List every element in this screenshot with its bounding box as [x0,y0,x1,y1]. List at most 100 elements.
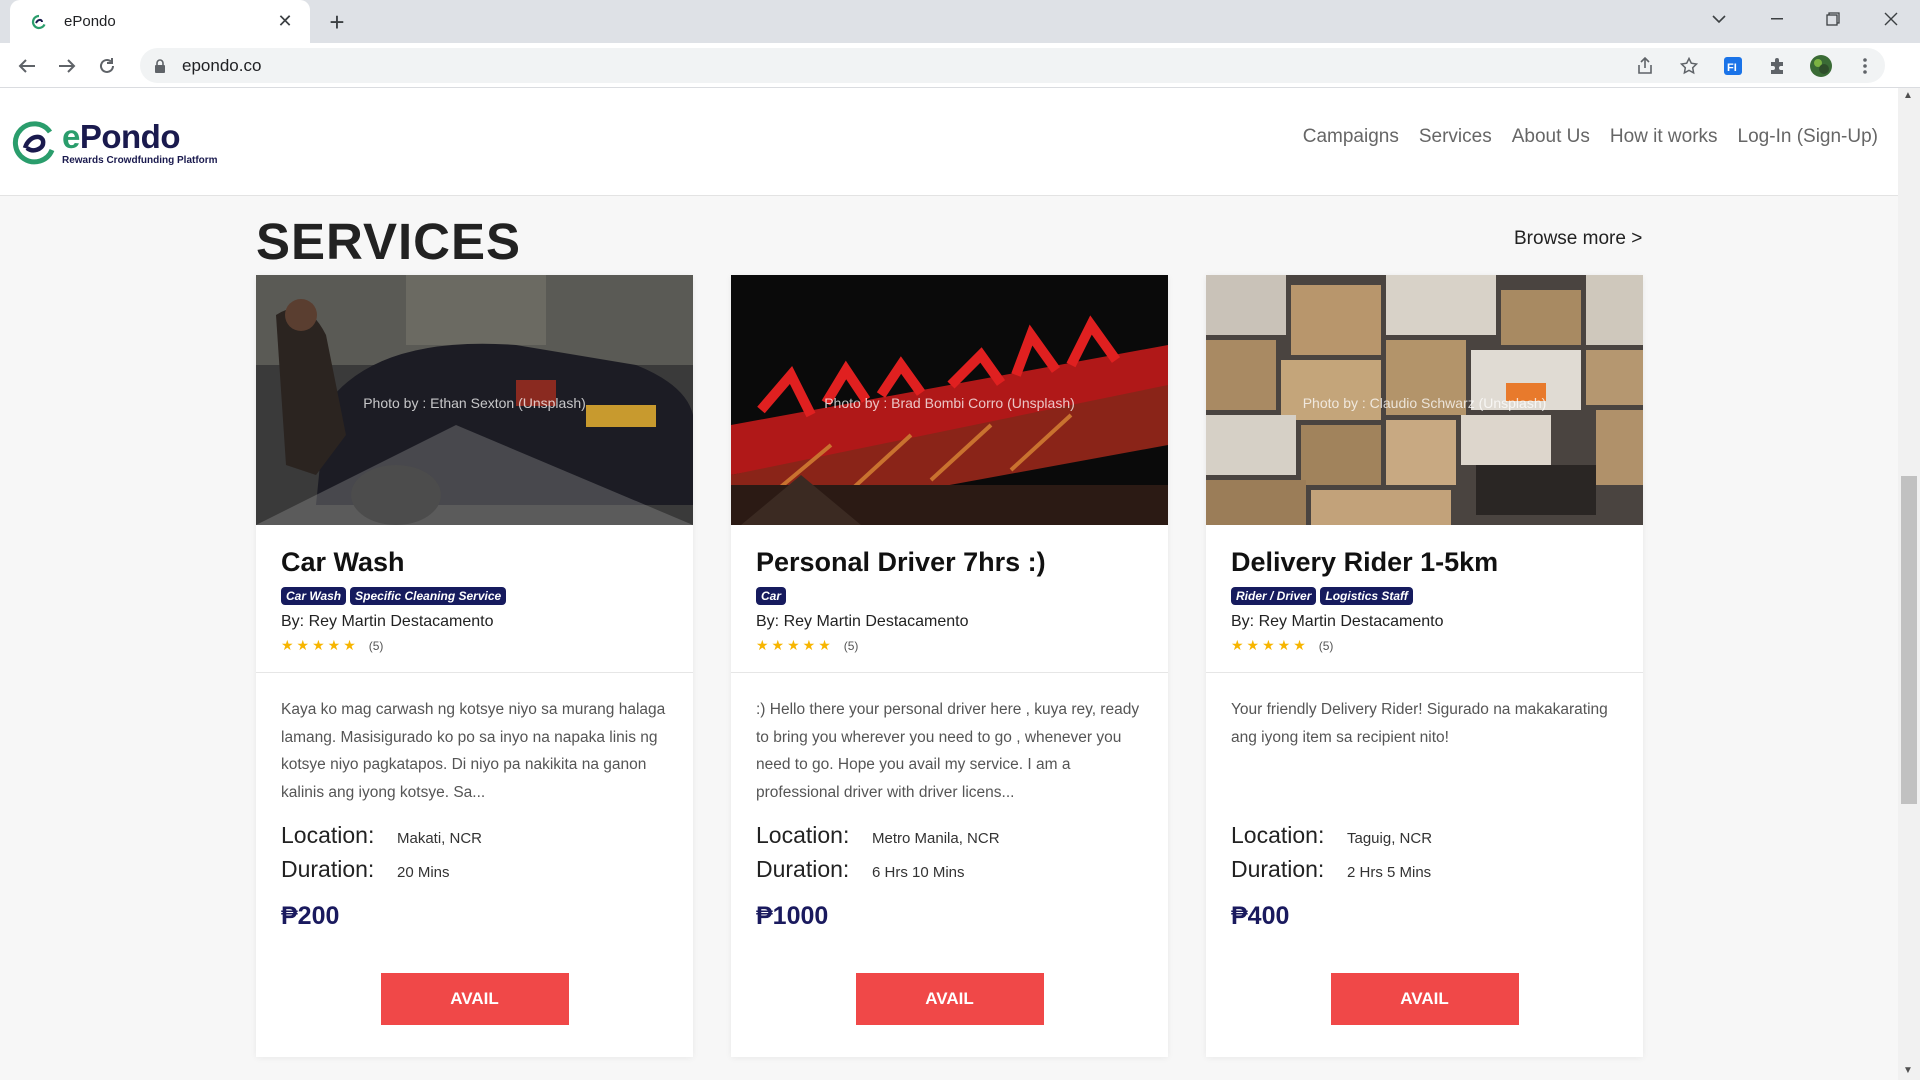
service-author: By: Rey Martin Destacamento [1231,613,1444,630]
share-icon[interactable] [1633,54,1657,78]
back-icon[interactable] [12,51,42,81]
restore-icon[interactable] [1806,0,1860,38]
nav-how-it-works[interactable]: How it works [1610,126,1718,148]
logo-tagline: Rewards Crowdfunding Platform [62,155,218,166]
tag-badge[interactable]: Car Wash [281,587,347,605]
rating-count: (5) [1318,638,1334,653]
tag-badge[interactable]: Car [756,587,787,605]
epondo-logo-mark-icon [12,121,55,165]
location-label: Location: [756,822,850,848]
extensions-puzzle-icon[interactable] [1765,54,1789,78]
service-title[interactable]: Personal Driver 7hrs :) [756,547,1143,578]
star-rating-icon: ★★★★★ [281,637,359,653]
browser-tab[interactable]: ePondo ✕ [10,0,310,43]
browser-tab-bar: ePondo ✕ + [0,0,1920,43]
scroll-down-arrow-icon[interactable]: ▼ [1903,1065,1913,1076]
service-meta: Location: Makati, NCR Duration: 20 Mins [256,822,693,890]
nav-campaigns[interactable]: Campaigns [1303,126,1399,148]
service-description: Your friendly Delivery Rider! Sigurado n… [1231,701,1608,746]
close-window-icon[interactable] [1864,0,1918,38]
image-credit: Photo by : Brad Bombi Corro (Unsplash) [824,395,1075,411]
location-value: Taguig, NCR [1347,830,1433,847]
tab-title: ePondo [64,13,116,30]
star-rating-icon: ★★★★★ [1231,637,1309,653]
tag-badge[interactable]: Rider / Driver [1231,587,1317,605]
tag-badge[interactable]: Logistics Staff [1320,587,1413,605]
card-divider [256,672,693,673]
site-header: ePondo Rewards Crowdfunding Platform Cam… [0,88,1898,196]
main-nav: Campaigns Services About Us How it works… [1303,126,1878,148]
browser-toolbar: epondo.co FI [0,43,1920,88]
rating-count: (5) [843,638,859,653]
rating: ★★★★★ (5) [756,637,1143,654]
service-image-delivery-rider: Photo by : Claudio Schwarz (Unsplash) [1206,275,1643,525]
address-bar[interactable]: epondo.co FI [140,48,1885,83]
epondo-logo[interactable]: ePondo Rewards Crowdfunding Platform [12,120,218,166]
location-label: Location: [281,822,375,848]
service-price: ₱400 [1231,902,1290,930]
location-label: Location: [1231,822,1325,848]
service-card[interactable]: Photo by : Brad Bombi Corro (Unsplash) P… [731,275,1168,1057]
service-title[interactable]: Car Wash [281,547,668,578]
rating: ★★★★★ (5) [281,637,668,654]
duration-label: Duration: [1231,856,1325,882]
tag-badge[interactable]: Specific Cleaning Service [350,587,507,605]
location-value: Makati, NCR [397,830,483,847]
extension-fi-icon[interactable]: FI [1721,54,1745,78]
logo-wordmark: ePondo [62,118,181,155]
section-title: SERVICES [256,213,521,270]
bookmark-star-icon[interactable] [1677,54,1701,78]
service-description: Kaya ko mag carwash ng kotsye niyo sa mu… [281,701,666,801]
duration-value: 20 Mins [397,864,450,881]
service-author: By: Rey Martin Destacamento [281,613,494,630]
service-price: ₱1000 [756,902,829,930]
location-value: Metro Manila, NCR [872,830,1000,847]
minimize-icon[interactable] [1750,0,1804,38]
rating-count: (5) [368,638,384,653]
page-scrollbar[interactable]: ▲ ▼ [1898,88,1920,1080]
service-card[interactable]: Photo by : Claudio Schwarz (Unsplash) De… [1206,275,1643,1057]
nav-login-signup[interactable]: Log-In (Sign-Up) [1738,126,1878,148]
service-tags: Car Wash Specific Cleaning Service [281,587,668,605]
avail-button[interactable]: AVAIL [380,973,569,1025]
lock-icon[interactable] [154,58,168,73]
menu-kebab-icon[interactable] [1853,54,1877,78]
service-author: By: Rey Martin Destacamento [756,613,969,630]
service-card[interactable]: Photo by : Ethan Sexton (Unsplash) Car W… [256,275,693,1057]
service-title[interactable]: Delivery Rider 1-5km [1231,547,1618,578]
rating: ★★★★★ (5) [1231,637,1618,654]
browse-more-link[interactable]: Browse more > [1514,228,1642,250]
epondo-favicon-icon [30,13,48,31]
image-credit: Photo by : Claudio Schwarz (Unsplash) [1302,395,1547,411]
star-rating-icon: ★★★★★ [756,637,834,653]
url-text: epondo.co [182,55,262,75]
service-description: :) Hello there your personal driver here… [756,701,1140,801]
service-tags: Rider / Driver Logistics Staff [1231,587,1618,605]
reload-icon[interactable] [92,51,122,81]
service-meta: Location: Metro Manila, NCR Duration: 6 … [731,822,1168,890]
duration-label: Duration: [281,856,375,882]
card-divider [1206,672,1643,673]
profile-avatar-icon[interactable] [1809,54,1833,78]
scroll-up-arrow-icon[interactable]: ▲ [1903,90,1913,101]
service-tags: Car [756,587,1143,605]
forward-icon[interactable] [52,51,82,81]
service-image-personal-driver: Photo by : Brad Bombi Corro (Unsplash) [731,275,1168,525]
new-tab-button[interactable]: + [322,7,352,37]
duration-value: 2 Hrs 5 Mins [1347,864,1432,881]
tab-search-icon[interactable] [1692,0,1746,38]
avail-button[interactable]: AVAIL [1330,973,1519,1025]
service-price: ₱200 [281,902,340,930]
duration-label: Duration: [756,856,850,882]
scroll-thumb[interactable] [1901,476,1917,804]
svg-text:FI: FI [1727,62,1737,74]
nav-services[interactable]: Services [1419,126,1492,148]
service-meta: Location: Taguig, NCR Duration: 2 Hrs 5 … [1206,822,1643,890]
image-credit: Photo by : Ethan Sexton (Unsplash) [363,395,586,411]
nav-about-us[interactable]: About Us [1512,126,1590,148]
tab-close-icon[interactable]: ✕ [274,11,296,33]
card-divider [731,672,1168,673]
duration-value: 6 Hrs 10 Mins [872,864,965,881]
avail-button[interactable]: AVAIL [855,973,1044,1025]
service-image-car-wash: Photo by : Ethan Sexton (Unsplash) [256,275,693,525]
